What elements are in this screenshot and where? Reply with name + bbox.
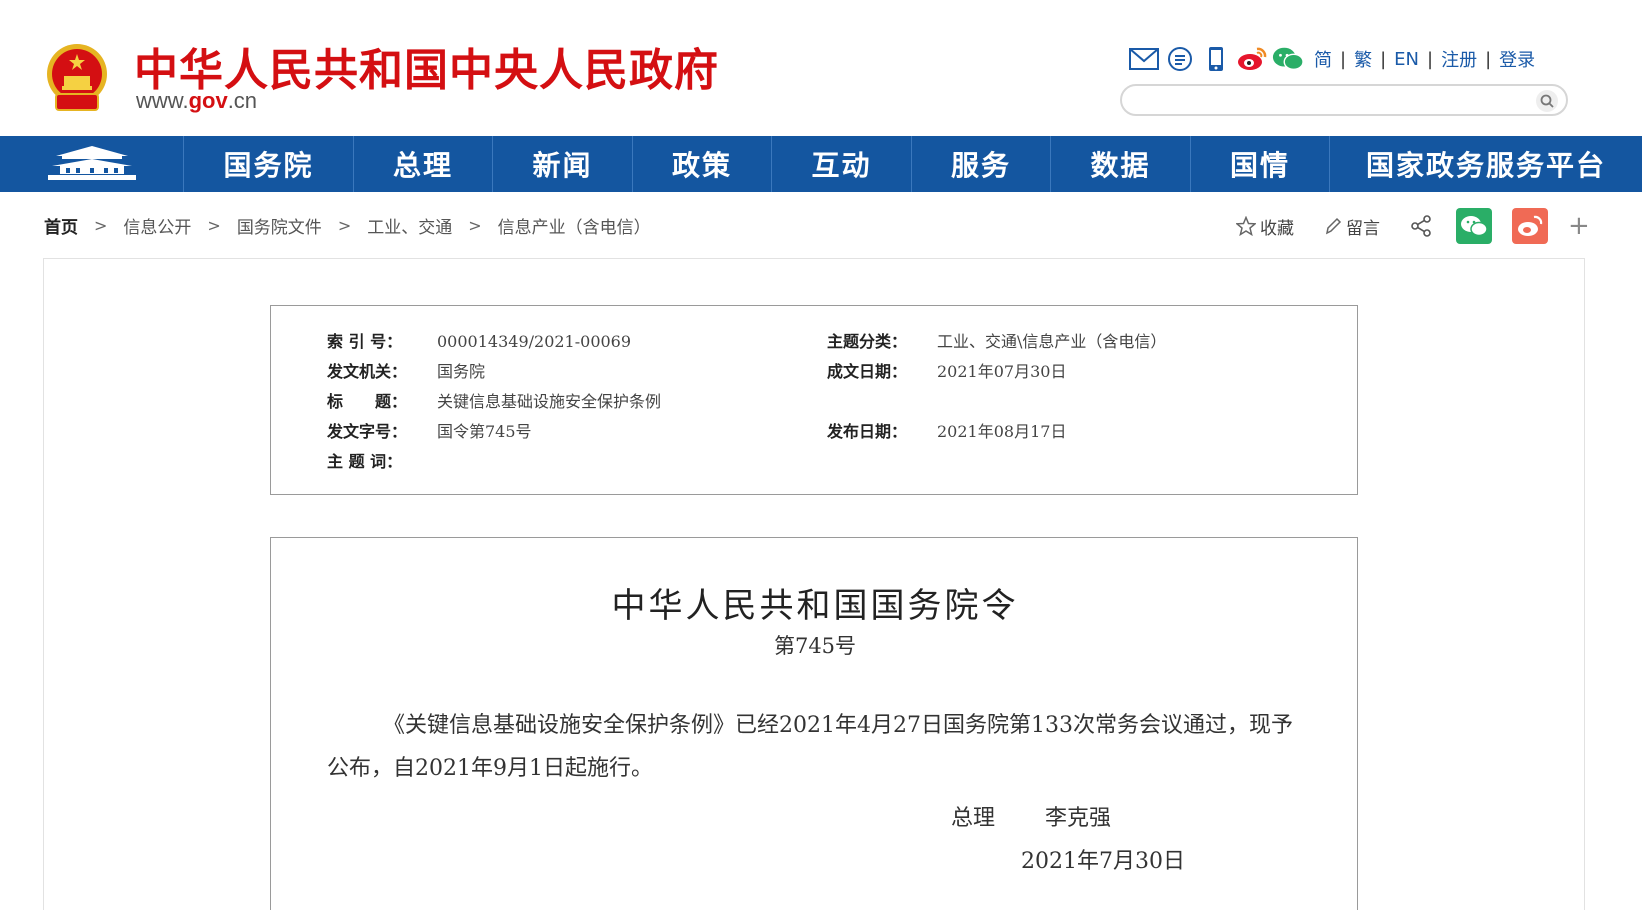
meta-written-date-row: 成文日期： 2021年07月30日 bbox=[827, 358, 1066, 382]
comment-button[interactable]: 留言 bbox=[1324, 214, 1380, 239]
nav-item-interaction[interactable]: 互动 bbox=[772, 136, 912, 192]
lang-traditional-link[interactable]: 繁 bbox=[1354, 46, 1372, 72]
meta-topic-value: 工业、交通\信息产业（含电信） bbox=[937, 332, 1167, 351]
breadcrumb-industry-transport[interactable]: 工业、交通 bbox=[367, 213, 452, 238]
meta-written-date-label: 成文日期： bbox=[827, 362, 908, 381]
search-button[interactable] bbox=[1536, 90, 1558, 112]
lang-simplified-link[interactable]: 简 bbox=[1314, 46, 1332, 72]
separator: | bbox=[1485, 48, 1492, 70]
document-paragraph: 《关键信息基础设施安全保护条例》已经2021年4月27日国务院第133次常务会议… bbox=[327, 713, 1293, 781]
share-button[interactable] bbox=[1410, 215, 1436, 237]
meta-index-label: 索 引 号： bbox=[327, 332, 403, 351]
document-number: 第745号 bbox=[773, 634, 857, 658]
nav-home-button[interactable] bbox=[0, 136, 184, 192]
nav-item-data[interactable]: 数据 bbox=[1051, 136, 1191, 192]
nav-item-policy[interactable]: 政策 bbox=[633, 136, 772, 192]
document-signature: 总理 李克强 bbox=[951, 800, 1111, 832]
signature-name: 李克强 bbox=[1045, 806, 1112, 831]
chevron-right-icon: > bbox=[468, 215, 482, 235]
mobile-icon[interactable] bbox=[1200, 44, 1232, 74]
document-date: 2021年7月30日 bbox=[1021, 849, 1185, 874]
chevron-right-icon: > bbox=[207, 215, 221, 235]
wechat-icon[interactable] bbox=[1272, 44, 1304, 74]
share-weibo-button[interactable] bbox=[1512, 208, 1548, 244]
breadcrumb-council-documents[interactable]: 国务院文件 bbox=[237, 213, 322, 238]
language-links: 简 | 繁 | EN | 注册 | 登录 bbox=[1314, 46, 1535, 72]
meta-title-value: 关键信息基础设施安全保护条例 bbox=[437, 392, 662, 411]
meta-doc-number-row: 发文字号： 国令第745号 bbox=[327, 418, 532, 442]
document-body: 中华人民共和国国务院令 第745号 《关键信息基础设施安全保护条例》已经2021… bbox=[270, 537, 1358, 910]
search-box bbox=[1120, 84, 1568, 116]
meta-keywords-label: 主 题 词： bbox=[327, 452, 403, 471]
national-emblem-logo[interactable] bbox=[44, 42, 110, 114]
signature-role: 总理 bbox=[951, 806, 996, 831]
breadcrumb-home[interactable]: 首页 bbox=[44, 213, 78, 238]
nav-item-state-council[interactable]: 国务院 bbox=[184, 136, 354, 192]
site-header: 中华人民共和国中央人民政府 www.gov.cn 简 | 繁 | EN | 注册… bbox=[0, 0, 1642, 136]
collect-button[interactable]: 收藏 bbox=[1236, 214, 1294, 239]
meta-issuer-row: 发文机关： 国务院 bbox=[327, 358, 485, 382]
meta-publish-date-value: 2021年08月17日 bbox=[937, 422, 1067, 441]
meta-index-row: 索 引 号： 000014349/2021-00069 bbox=[327, 328, 631, 352]
chevron-right-icon: > bbox=[94, 215, 108, 235]
chevron-right-icon: > bbox=[337, 215, 352, 235]
top-toolbar: 简 | 繁 | EN | 注册 | 登录 bbox=[1128, 44, 1535, 74]
site-url-suffix: .cn bbox=[227, 88, 258, 113]
meta-topic-label: 主题分类： bbox=[827, 332, 908, 351]
meta-issuer-label: 发文机关： bbox=[327, 362, 408, 381]
main-nav: 国务院 总理 新闻 政策 互动 服务 数据 国情 国家政务服务平台 bbox=[0, 136, 1642, 192]
document-metadata: 索 引 号： 000014349/2021-00069 主题分类： 工业、交通\信息… bbox=[270, 305, 1358, 495]
collect-label: 收藏 bbox=[1260, 218, 1294, 239]
comment-label: 留言 bbox=[1346, 218, 1380, 239]
share-wechat-button[interactable] bbox=[1456, 208, 1492, 244]
breadcrumb: 首页 > 信息公开 > 国务院文件 > 工业、交通 > 信息产业（含电信） bbox=[44, 212, 651, 238]
meta-publish-date-label: 发布日期： bbox=[827, 422, 908, 441]
pencil-icon bbox=[1325, 217, 1342, 235]
separator: | bbox=[1380, 48, 1387, 70]
site-url[interactable]: www.gov.cn bbox=[136, 88, 257, 114]
meta-index-value: 000014349/2021-00069 bbox=[437, 332, 632, 351]
weibo-icon[interactable] bbox=[1236, 44, 1268, 74]
site-url-prefix: www. bbox=[136, 88, 189, 113]
document-title: 中华人民共和国国务院令 bbox=[611, 586, 1019, 626]
meta-written-date-value: 2021年07月30日 bbox=[937, 362, 1067, 381]
nav-item-news[interactable]: 新闻 bbox=[493, 136, 633, 192]
breadcrumb-info-disclosure[interactable]: 信息公开 bbox=[123, 213, 191, 238]
meta-doc-number-label: 发文字号： bbox=[327, 422, 408, 441]
register-link[interactable]: 注册 bbox=[1441, 46, 1477, 72]
nav-item-premier[interactable]: 总理 bbox=[354, 136, 493, 192]
lang-english-link[interactable]: EN bbox=[1394, 49, 1419, 70]
meta-doc-number-value: 国令第745号 bbox=[437, 422, 532, 441]
login-link[interactable]: 登录 bbox=[1499, 46, 1535, 72]
meta-topic-row: 主题分类： 工业、交通\信息产业（含电信） bbox=[827, 328, 1166, 352]
tiananmen-icon bbox=[47, 146, 136, 180]
meta-title-label: 标 题： bbox=[327, 392, 408, 411]
nav-item-services[interactable]: 服务 bbox=[912, 136, 1051, 192]
separator: | bbox=[1340, 48, 1347, 70]
meta-title-row: 标 题： 关键信息基础设施安全保护条例 bbox=[327, 388, 661, 412]
feed-icon[interactable] bbox=[1164, 44, 1196, 74]
weibo-icon bbox=[1518, 215, 1543, 236]
meta-publish-date-row: 发布日期： 2021年08月17日 bbox=[827, 418, 1066, 442]
search-input[interactable] bbox=[1136, 90, 1516, 110]
site-url-highlight: gov bbox=[188, 88, 228, 113]
separator: | bbox=[1427, 48, 1434, 70]
share-bar: 收藏 留言 + bbox=[1236, 208, 1590, 244]
mail-icon[interactable] bbox=[1128, 44, 1160, 74]
nav-item-gov-service-platform[interactable]: 国家政务服务平台 bbox=[1330, 136, 1642, 192]
meta-issuer-value: 国务院 bbox=[437, 362, 486, 381]
share-icon bbox=[1411, 215, 1431, 237]
plus-icon[interactable]: + bbox=[1568, 213, 1590, 239]
star-icon bbox=[1236, 216, 1256, 236]
breadcrumb-info-industry[interactable]: 信息产业（含电信） bbox=[498, 213, 651, 238]
wechat-icon bbox=[1461, 216, 1488, 237]
search-icon bbox=[1540, 94, 1554, 108]
meta-keywords-row: 主 题 词： bbox=[327, 448, 437, 472]
nav-item-national-info[interactable]: 国情 bbox=[1191, 136, 1330, 192]
